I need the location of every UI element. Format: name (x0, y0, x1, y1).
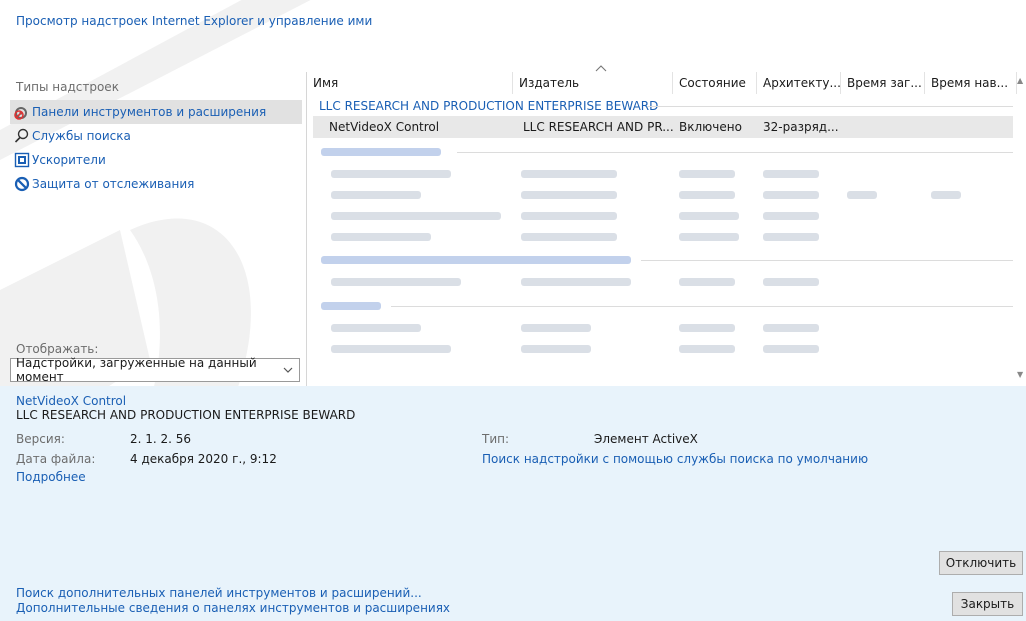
addon-types-panel: Типы надстроек Панели инструментов и рас… (0, 72, 306, 384)
learn-more-toolbars-link[interactable]: Дополнительные сведения о панелях инстру… (16, 601, 450, 615)
addon-name: NetVideoX Control (16, 394, 127, 408)
type-item-label: Ускорители (32, 153, 106, 167)
column-header-publisher[interactable]: Издатель (513, 72, 673, 94)
gear-icon (14, 104, 30, 120)
type-item-tracking-protection[interactable]: Защита от отслеживания (10, 172, 302, 196)
page-title: Просмотр надстроек Internet Explorer и у… (16, 14, 373, 28)
column-header-status[interactable]: Состояние (673, 72, 757, 94)
version-value: 2. 1. 2. 56 (130, 432, 192, 446)
group-header: LLC RESEARCH AND PRODUCTION ENTERPRISE B… (319, 99, 659, 113)
row-architecture: 32-разряд... (763, 120, 839, 134)
more-info-link[interactable]: Подробнее (16, 470, 86, 484)
file-date-label: Дата файла: (16, 452, 96, 466)
type-item-toolbars[interactable]: Панели инструментов и расширения (10, 100, 302, 124)
accelerator-icon (14, 152, 30, 168)
show-filter-select[interactable]: Надстройки, загруженные на данный момент (10, 356, 300, 384)
addons-table: Имя Издатель Состояние Архитекту... Врем… (306, 65, 1026, 386)
scroll-up-icon[interactable]: ▲ (1017, 76, 1023, 85)
show-label: Отображать: (16, 342, 99, 356)
table-scrollbar[interactable]: ▲ ▼ (1016, 72, 1026, 386)
file-date-value: 4 декабря 2020 г., 9:12 (130, 452, 277, 466)
type-item-label: Службы поиска (32, 129, 131, 143)
addon-publisher: LLC RESEARCH AND PRODUCTION ENTERPRISE B… (16, 408, 356, 422)
tracking-protection-icon (14, 176, 30, 192)
type-label: Тип: (482, 432, 510, 446)
row-status: Включено (679, 120, 742, 134)
table-row[interactable]: NetVideoX Control LLC RESEARCH AND PR...… (313, 116, 1013, 138)
type-item-accelerators[interactable]: Ускорители (10, 148, 302, 172)
column-header-load-time[interactable]: Время заг... (841, 72, 925, 94)
column-header-navigation-time[interactable]: Время нав... (925, 72, 1017, 94)
version-label: Версия: (16, 432, 65, 446)
addon-types-label: Типы надстроек (16, 80, 119, 94)
column-header-architecture[interactable]: Архитекту... (757, 72, 841, 94)
search-addon-link[interactable]: Поиск надстройки с помощью службы поиска… (482, 452, 868, 466)
group-divider (647, 106, 1013, 107)
addon-details-panel: NetVideoX Control LLC RESEARCH AND PRODU… (0, 386, 1026, 621)
scroll-down-icon[interactable]: ▼ (1017, 370, 1023, 379)
type-item-label: Защита от отслеживания (32, 177, 195, 191)
disable-button[interactable]: Отключить (939, 551, 1023, 575)
search-icon (14, 128, 30, 144)
column-header-name[interactable]: Имя (307, 72, 513, 94)
type-item-label: Панели инструментов и расширения (32, 105, 267, 119)
close-button[interactable]: Закрыть (952, 592, 1023, 616)
chevron-down-icon (283, 363, 293, 380)
type-item-search-providers[interactable]: Службы поиска (10, 124, 302, 148)
row-name: NetVideoX Control (329, 120, 440, 134)
find-more-toolbars-link[interactable]: Поиск дополнительных панелей инструменто… (16, 586, 422, 600)
show-filter-value: Надстройки, загруженные на данный момент (16, 356, 257, 384)
type-value: Элемент ActiveX (594, 432, 698, 446)
row-publisher: LLC RESEARCH AND PR... (523, 120, 674, 134)
